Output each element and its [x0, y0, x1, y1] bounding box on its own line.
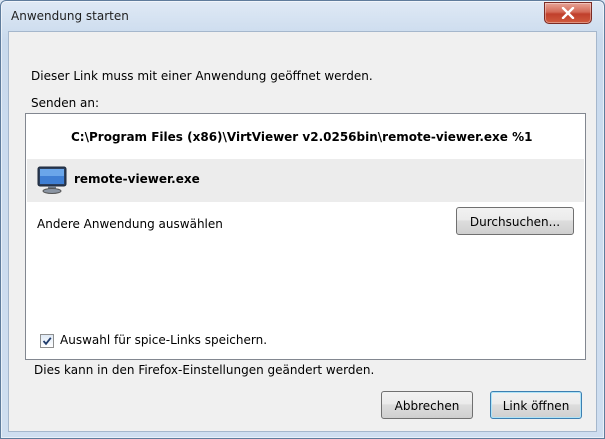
message-text: Dieser Link muss mit einer Anwendung geö…	[31, 69, 373, 83]
close-icon	[561, 7, 575, 19]
settings-hint-text: Dies kann in den Firefox-Einstellungen g…	[34, 363, 375, 377]
browse-button[interactable]: Durchsuchen...	[456, 207, 574, 235]
remember-checkbox-label[interactable]: Auswahl für spice-Links speichern.	[60, 333, 267, 347]
cancel-button[interactable]: Abbrechen	[381, 391, 473, 419]
dialog-window: Anwendung starten Dieser Link muss mit e…	[0, 0, 605, 439]
checkmark-icon	[42, 337, 52, 346]
title-bar[interactable]: Anwendung starten	[1, 1, 604, 31]
remember-checkbox[interactable]	[40, 334, 54, 348]
window-title: Anwendung starten	[11, 9, 129, 23]
open-link-button[interactable]: Link öffnen	[490, 391, 582, 419]
list-item-remote-viewer[interactable]: remote-viewer.exe	[27, 159, 584, 202]
close-button[interactable]	[544, 2, 592, 24]
selected-app-name: remote-viewer.exe	[74, 172, 200, 186]
command-path-text: C:\Program Files (x86)\VirtViewer v2.025…	[71, 130, 533, 144]
other-app-label: Andere Anwendung auswählen	[37, 217, 223, 231]
list-item-command[interactable]: C:\Program Files (x86)\VirtViewer v2.025…	[27, 114, 584, 159]
monitor-icon	[37, 166, 67, 197]
send-to-label: Senden an:	[31, 96, 100, 110]
application-list[interactable]: C:\Program Files (x86)\VirtViewer v2.025…	[25, 113, 586, 360]
